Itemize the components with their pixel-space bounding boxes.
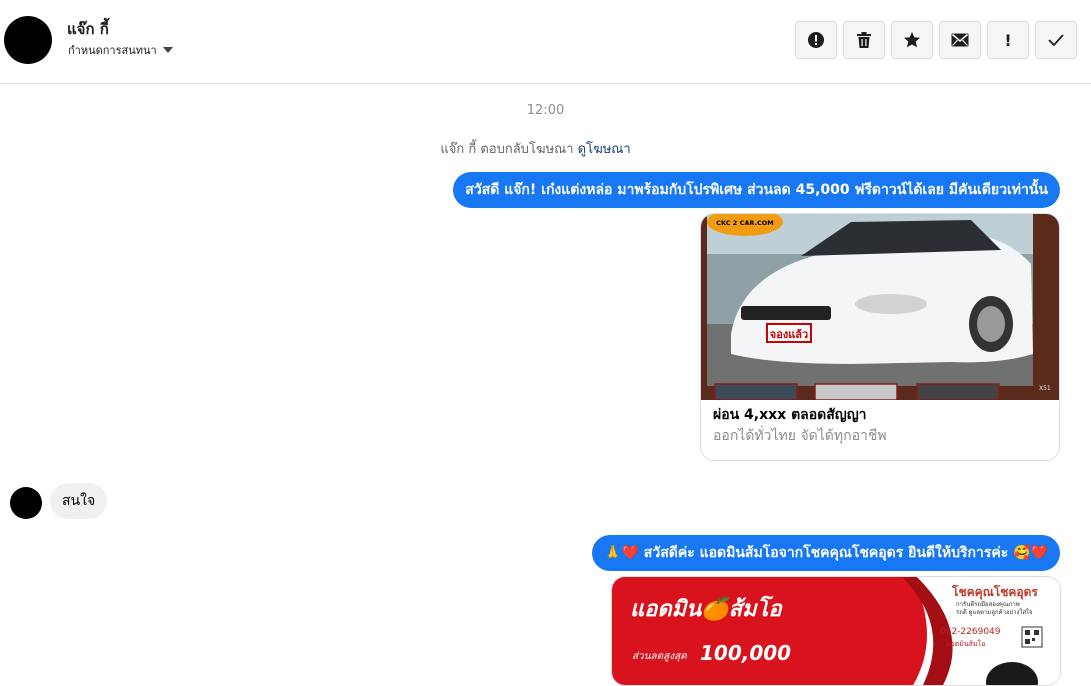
promo-phone: 062-2269049 (940, 627, 1001, 637)
watermark-text: CKC 2 CAR.COM (716, 219, 774, 227)
car-image: จองแล้ว CKC 2 CAR.COM X51 (701, 214, 1059, 400)
caret-down-icon (162, 47, 173, 53)
contact-name[interactable]: แจ๊ก กี้ (67, 17, 109, 41)
mark-spam-button[interactable] (795, 21, 837, 59)
promo-discount-value: 100,000 (700, 641, 792, 665)
promo-brand-line2: รถดี ดูแลตามลูกค้าอย่างใส่ใจ (956, 609, 1033, 616)
follow-up-icon: ! (1004, 30, 1012, 50)
incoming-message[interactable]: สนใจ (50, 483, 108, 519)
envelope-icon (951, 33, 969, 47)
message-timestamp: 12:00 (526, 103, 565, 118)
mark-unread-button[interactable] (939, 21, 981, 59)
star-button[interactable] (891, 21, 933, 59)
view-ad-link[interactable]: ดูโฆษณา (578, 142, 631, 157)
outgoing-message[interactable]: 🙏❤️ สวัสดีค่ะ แอดมินส้มโอจากโชคคุณโชคอุด… (592, 535, 1060, 571)
sender-avatar[interactable] (10, 487, 42, 519)
card-subtitle: ออกได้ทั่วไทย จัดได้ทุกอาชีพ (713, 428, 887, 444)
promo-admin: แอดมินส้มโอ (946, 640, 986, 648)
mark-done-button[interactable] (1035, 21, 1077, 59)
conversation-header: แจ๊ก กี้ กำหนดการสนทนา ! (0, 0, 1091, 84)
card-title: ผ่อน 4,xxx ตลอดสัญญา (713, 407, 867, 423)
avatar[interactable] (4, 16, 52, 64)
promo-discount-label: ส่วนลดสูงสุด (632, 651, 687, 662)
trash-icon (857, 32, 871, 48)
promo-image-card[interactable]: แอดมิน🍊ส้มโอ ส่วนลดสูงสุด 100,000 โชคคุณ… (611, 576, 1061, 686)
ad-card[interactable]: จองแล้ว CKC 2 CAR.COM X51 ผ่อน 4,xxx ตลอ… (700, 213, 1060, 461)
plate-text: จองแล้ว (770, 328, 808, 341)
delete-button[interactable] (843, 21, 885, 59)
follow-up-button[interactable]: ! (987, 21, 1029, 59)
ad-reply-notice: แจ๊ก กี้ ตอบกลับโฆษณา ดูโฆษณา (0, 138, 1071, 159)
assign-label: กำหนดการสนทนา (68, 44, 157, 57)
promo-headline: แอดมิน🍊ส้มโอ (630, 597, 782, 622)
ad-reply-text: แจ๊ก กี้ ตอบกลับโฆษณา (440, 142, 574, 157)
outgoing-message[interactable]: สวัสดี แจ๊ก! เก๋งแต่งหล่อ มาพร้อมกับโปรพ… (453, 172, 1060, 208)
star-icon (904, 32, 920, 48)
image-code-text: X51 (1039, 385, 1051, 392)
assign-conversation-dropdown[interactable]: กำหนดการสนทนา (68, 41, 173, 59)
spam-icon (808, 32, 824, 48)
checkmark-icon (1048, 34, 1064, 47)
conversation-actions: ! (795, 21, 1077, 59)
